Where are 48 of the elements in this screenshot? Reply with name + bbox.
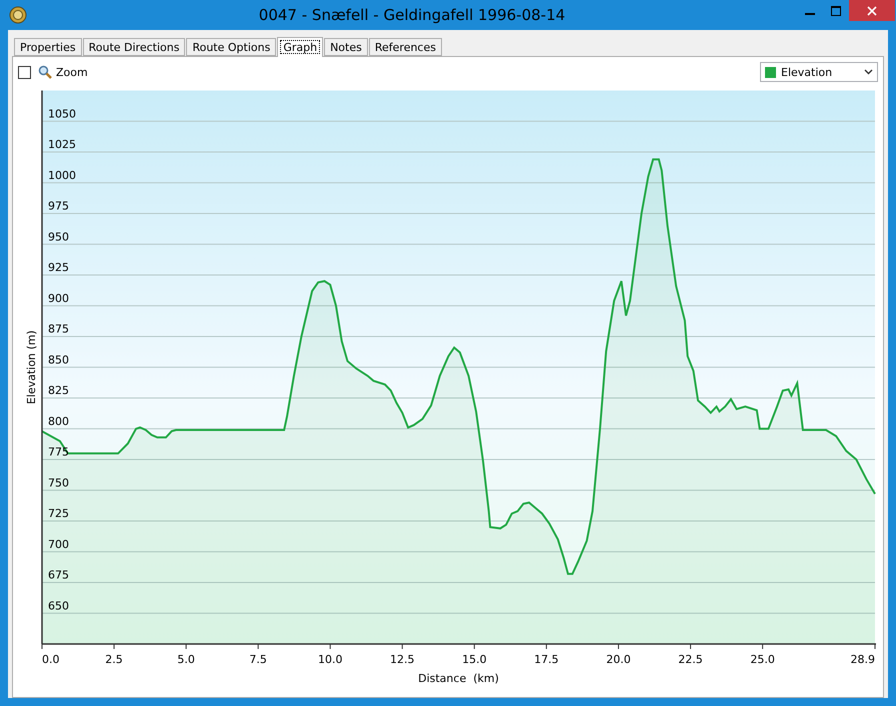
x-tick-label: 7.5 [249,653,267,666]
tab[interactable]: References [368,38,442,56]
y-tick-label: 875 [48,322,69,336]
y-tick-label: 850 [48,353,69,366]
series-dropdown[interactable]: Elevation [760,62,878,82]
y-tick-label: 800 [48,414,69,428]
x-tick-label: 0.0 [42,653,60,666]
close-icon [867,6,877,16]
x-tick-label: 17.5 [534,653,559,666]
x-tick-label: 20.0 [606,653,631,666]
y-tick-label: 925 [48,261,69,274]
y-tick-label: 825 [48,384,69,397]
app-icon [9,6,27,24]
magnifier-icon [38,65,52,79]
close-button[interactable] [849,0,895,21]
minimize-icon [805,13,815,15]
chevron-down-icon [864,69,873,75]
maximize-icon [831,6,841,16]
legend-swatch [765,66,776,78]
tab[interactable]: Properties [14,38,82,56]
y-tick-label: 975 [48,200,69,212]
y-tick-label: 675 [48,568,69,582]
y-axis-title: Elevation (m) [25,330,38,404]
x-tick-label: 22.5 [678,653,703,666]
tab[interactable]: Graph [277,37,324,57]
x-tick-label: 10.0 [318,653,342,666]
y-tick-label: 700 [48,538,69,551]
x-tick-label: 5.0 [177,653,195,666]
tab[interactable]: Route Options [186,38,276,56]
x-tick-label: 28.9 [850,653,875,666]
tab[interactable]: Route Directions [82,38,186,56]
x-tick-label: 25.0 [750,653,775,666]
y-tick-label: 650 [48,599,69,612]
y-tick-label: 1000 [48,168,76,182]
y-tick-label: 900 [48,292,69,305]
window-title: 0047 - Snæfell - Geldingafell 1996-08-14 [258,6,566,24]
y-tick-label: 950 [48,230,69,244]
y-tick-label: 1025 [48,138,76,151]
y-tick-label: 750 [48,476,69,490]
x-tick-label: 12.5 [390,653,415,666]
tab[interactable]: Notes [324,38,368,56]
y-tick-label: 1050 [48,107,76,120]
x-tick-label: 2.5 [105,653,123,666]
zoom-label: Zoom [56,66,88,78]
x-axis-title: Distance (km) [418,672,499,685]
y-tick-label: 725 [48,507,69,520]
zoom-checkbox[interactable] [18,66,31,78]
x-tick-label: 15.0 [462,653,487,666]
